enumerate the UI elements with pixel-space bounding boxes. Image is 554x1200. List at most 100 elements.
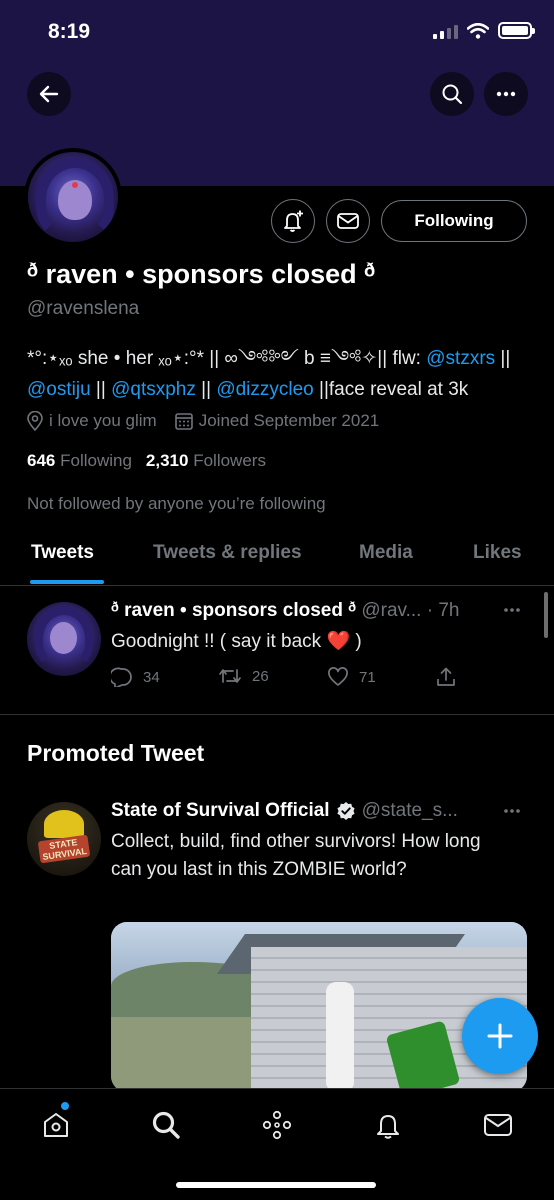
bio-mention-link[interactable]: @stzxrs xyxy=(426,348,495,369)
reply-count: 34 xyxy=(143,668,160,686)
home-unread-dot xyxy=(61,1102,69,1110)
joined-text: Joined September 2021 xyxy=(198,411,380,430)
bio-text: ||face reveal at 3k xyxy=(313,379,469,400)
envelope-icon xyxy=(484,1114,512,1136)
location-pin-icon xyxy=(27,411,43,431)
tweet-text-part: Goodnight !! ( say it back xyxy=(111,631,327,652)
home-indicator xyxy=(176,1182,376,1188)
following-count: 646 xyxy=(27,451,56,470)
follow-counts: 646 Following 2,310 Followers xyxy=(27,451,266,471)
notifications-toggle-button[interactable] xyxy=(271,199,315,243)
tweet[interactable]: ᶞ raven • sponsors closed ᶞ @rav... · 7h… xyxy=(0,587,554,715)
following-button[interactable]: Following xyxy=(381,200,527,242)
promoted-avatar[interactable]: STATE SURVIVAL xyxy=(27,802,101,876)
wifi-icon xyxy=(467,22,489,39)
verified-badge-icon xyxy=(336,802,355,820)
tweet-more-button[interactable] xyxy=(503,597,521,618)
bio-mention-link[interactable]: @qtsxphz xyxy=(111,379,196,400)
status-time: 8:19 xyxy=(48,20,91,43)
tweet-avatar[interactable] xyxy=(27,602,101,676)
retweet-button[interactable]: 26 xyxy=(218,667,269,685)
location-text: i love you glim xyxy=(49,411,157,430)
search-icon xyxy=(152,1111,180,1139)
more-horizontal-icon xyxy=(504,809,520,813)
tweet-text-part: ) xyxy=(350,631,362,652)
cellular-signal-icon xyxy=(433,23,458,39)
bio-separator: || xyxy=(90,379,112,400)
promoted-section-title: Promoted Tweet xyxy=(27,740,205,766)
profile-avatar[interactable] xyxy=(24,148,122,246)
battery-icon xyxy=(498,22,535,39)
status-bar: 8:19 xyxy=(0,0,554,66)
bio-mention-link[interactable]: @ostiju xyxy=(27,379,91,400)
profile-joined: Joined September 2021 xyxy=(174,411,380,431)
calendar-icon xyxy=(174,413,193,430)
tweet-author-name[interactable]: ᶞ raven • sponsors closed ᶞ xyxy=(111,600,356,621)
home-icon xyxy=(44,1113,68,1137)
scrollbar[interactable] xyxy=(544,592,548,638)
profile-display-name: ᶞ raven • sponsors closed ᶞ xyxy=(27,259,376,289)
tab-media[interactable]: Media xyxy=(359,542,413,564)
status-icons xyxy=(433,22,535,39)
message-button[interactable] xyxy=(326,199,370,243)
spaces-icon xyxy=(262,1110,292,1140)
promoted-author-name[interactable]: State of Survival Official xyxy=(111,800,330,822)
nav-messages[interactable] xyxy=(478,1105,518,1145)
profile-handle: @ravenslena xyxy=(27,298,140,319)
compose-tweet-button[interactable] xyxy=(462,998,538,1074)
tweet-header: ᶞ raven • sponsors closed ᶞ @rav... · 7h xyxy=(111,600,459,622)
bio-mention-link[interactable]: @dizzycleo xyxy=(216,379,313,400)
search-button[interactable] xyxy=(430,72,474,116)
tweet-text: Goodnight !! ( say it back ❤️ ) xyxy=(111,629,362,653)
followers-count: 2,310 xyxy=(145,451,189,470)
plus-icon xyxy=(487,1023,513,1049)
share-icon xyxy=(437,667,455,686)
followers-count-link[interactable]: 2,310 Followers xyxy=(146,451,266,471)
nav-search[interactable] xyxy=(146,1105,186,1145)
bell-plus-icon xyxy=(284,210,303,232)
tab-tweets-replies[interactable]: Tweets & replies xyxy=(153,542,302,564)
nav-spaces[interactable] xyxy=(257,1105,297,1145)
following-label: Following xyxy=(60,451,132,470)
tweet-handle-time: @rav... · 7h xyxy=(356,600,460,621)
bio-separator: || xyxy=(495,348,511,369)
retweet-count: 26 xyxy=(252,667,269,685)
profile-tabs: Tweets Tweets & replies Media Likes xyxy=(0,530,554,586)
promoted-logo-text: STATE SURVIVAL xyxy=(37,834,91,864)
promoted-handle: @state_s... xyxy=(361,800,458,821)
bio-text: *°:⋆ₓₒ she • her ₓₒ⋆:°* || ∞༺༻ b ≡༺✧|| f… xyxy=(27,348,427,369)
bio-separator: || xyxy=(195,379,217,400)
search-icon xyxy=(442,84,463,105)
following-count-link[interactable]: 646 Following xyxy=(27,451,132,471)
arrow-left-icon xyxy=(39,85,59,103)
share-button[interactable] xyxy=(436,667,456,687)
tab-tweets[interactable]: Tweets xyxy=(31,542,94,564)
profile-location: i love you glim xyxy=(27,411,157,431)
promoted-more-button[interactable] xyxy=(503,798,521,819)
promoted-video-thumbnail[interactable] xyxy=(111,922,527,1092)
profile-bio: *°:⋆ₓₒ she • her ₓₒ⋆:°* || ∞༺༻ b ≡༺✧|| f… xyxy=(27,343,532,405)
promoted-header: State of Survival Official @state_s... xyxy=(111,800,458,822)
followers-label: Followers xyxy=(193,451,266,470)
tab-likes[interactable]: Likes xyxy=(473,542,522,564)
promoted-text: Collect, build, find other survivors! Ho… xyxy=(111,831,481,880)
nav-notifications[interactable] xyxy=(368,1105,408,1145)
biohazard-icon xyxy=(44,810,84,838)
like-button[interactable]: 71 xyxy=(327,667,376,687)
more-options-button[interactable] xyxy=(484,72,528,116)
reply-button[interactable]: 34 xyxy=(111,667,160,687)
more-horizontal-icon xyxy=(496,91,516,97)
not-followed-notice: Not followed by anyone you’re following xyxy=(27,494,326,513)
nav-home[interactable] xyxy=(36,1105,76,1145)
heart-icon xyxy=(328,667,348,686)
active-tab-indicator xyxy=(30,580,104,584)
like-count: 71 xyxy=(359,668,376,686)
back-button[interactable] xyxy=(27,72,71,116)
reply-icon xyxy=(111,667,132,687)
tweet-actions: 34 26 71 xyxy=(111,667,461,689)
envelope-icon xyxy=(337,213,359,229)
more-horizontal-icon xyxy=(504,608,520,612)
bell-icon xyxy=(377,1115,399,1139)
retweet-icon xyxy=(219,669,241,683)
profile-meta: i love you glim Joined September 2021 xyxy=(27,411,379,431)
